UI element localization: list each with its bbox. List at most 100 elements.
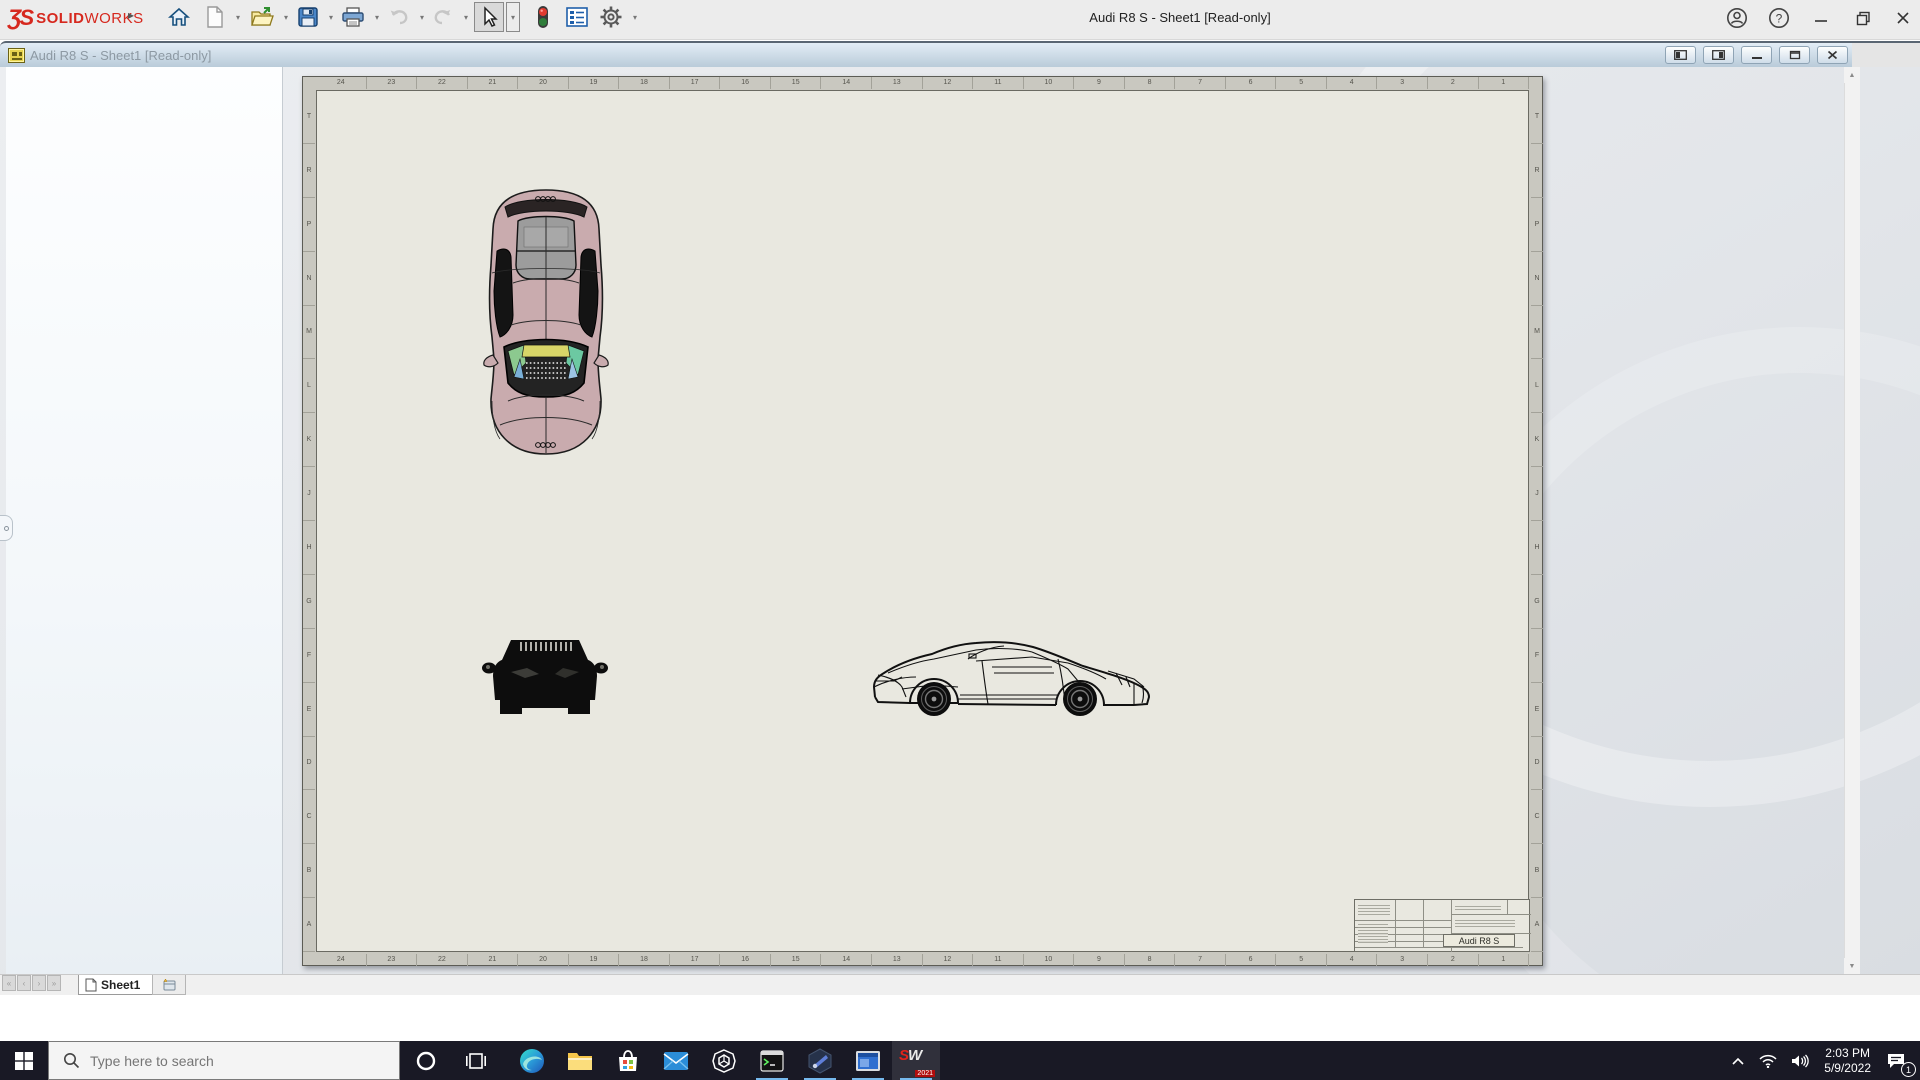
select-tool-button[interactable] bbox=[474, 2, 504, 32]
options-dropdown[interactable]: ▾ bbox=[628, 2, 642, 32]
account-button[interactable] bbox=[1722, 4, 1752, 32]
redo-dropdown[interactable]: ▾ bbox=[459, 2, 473, 32]
tab-sheet1[interactable]: Sheet1 bbox=[78, 975, 154, 995]
search-input[interactable] bbox=[90, 1052, 350, 1069]
drawing-view-front[interactable] bbox=[481, 634, 609, 720]
minimize-icon bbox=[1815, 20, 1827, 22]
taskbar-search[interactable] bbox=[48, 1041, 400, 1080]
tray-chevron-button[interactable] bbox=[1724, 1041, 1752, 1080]
scroll-down-button[interactable]: ▼ bbox=[1844, 958, 1860, 974]
windows-logo-icon bbox=[15, 1051, 33, 1070]
taskbar-app-store[interactable] bbox=[604, 1041, 652, 1080]
drawing-view-side[interactable] bbox=[872, 637, 1152, 719]
vertical-scrollbar[interactable] bbox=[1844, 67, 1860, 974]
add-sheet-button[interactable] bbox=[152, 975, 186, 995]
speaker-icon bbox=[1792, 1054, 1810, 1067]
new-document-dropdown[interactable]: ▾ bbox=[231, 2, 245, 32]
status-bar bbox=[0, 995, 1920, 1041]
tray-volume-button[interactable] bbox=[1784, 1041, 1816, 1080]
windows-taskbar: SW 2021 2:03 PM 5/9/2022 1 bbox=[0, 1041, 1920, 1080]
doc-close-button[interactable] bbox=[1817, 46, 1848, 64]
zone-letters-left: TRPNMLKJHGFEDCBA bbox=[303, 90, 315, 952]
print-button[interactable] bbox=[338, 2, 368, 32]
svg-text:?: ? bbox=[1776, 12, 1783, 26]
save-dropdown[interactable]: ▾ bbox=[324, 2, 338, 32]
minimize-button[interactable] bbox=[1806, 4, 1836, 32]
display-states-button[interactable] bbox=[528, 2, 558, 32]
account-icon bbox=[1727, 8, 1747, 28]
left-pane-toggle-button[interactable] bbox=[1665, 46, 1696, 64]
drawing-sheet[interactable]: 24 23 22 21 20 19 18 17 16 15 14 13 12 11 10 9 8 7 6 5 4 3 2 1 … bbox=[302, 76, 1543, 966]
document-titlebar: Audi R8 S - Sheet1 [Read-only] bbox=[0, 41, 1852, 67]
menu-flyout-arrow-icon[interactable]: ▸ bbox=[128, 8, 134, 22]
sheet-nav-button[interactable]: » bbox=[47, 975, 61, 991]
graphics-area[interactable]: 24 23 22 21 20 19 18 17 16 15 14 13 12 11 10 9 8 7 6 5 4 3 2 1 … bbox=[0, 67, 1920, 974]
microsoft-store-icon bbox=[619, 1049, 637, 1071]
title-block-drawing-title: Audi R8 S bbox=[1443, 934, 1515, 947]
save-icon bbox=[298, 7, 318, 27]
print-dropdown[interactable]: ▾ bbox=[370, 2, 384, 32]
cortana-icon bbox=[416, 1051, 436, 1070]
tray-clock[interactable]: 2:03 PM 5/9/2022 bbox=[1816, 1046, 1879, 1076]
screen: ƷS SOLID WORKS ▸ ▾ ▾ ▾ ▾ ▾ ▾ ▾ ▾ Audi R8… bbox=[0, 0, 1920, 1080]
sheet-icon bbox=[85, 978, 97, 991]
home-icon bbox=[168, 7, 190, 26]
open-dropdown[interactable]: ▾ bbox=[279, 2, 293, 32]
new-document-button[interactable] bbox=[200, 2, 230, 32]
close-button[interactable] bbox=[1888, 4, 1918, 32]
sheet-nav-button[interactable]: ‹ bbox=[17, 975, 31, 991]
doc-minimize-icon bbox=[1751, 57, 1762, 59]
chevron-up-icon bbox=[1732, 1057, 1744, 1065]
redo-button[interactable] bbox=[428, 2, 458, 32]
doc-restore-button[interactable] bbox=[1779, 46, 1810, 64]
start-button[interactable] bbox=[0, 1041, 48, 1080]
taskbar-app-remote-window[interactable] bbox=[844, 1041, 892, 1080]
taskbar-app-3d-viewer[interactable] bbox=[700, 1041, 748, 1080]
drawing-view-top[interactable] bbox=[480, 187, 612, 457]
taskbar-app-edrawings[interactable] bbox=[796, 1041, 844, 1080]
left-pane-icon bbox=[1674, 50, 1687, 60]
scroll-up-button[interactable]: ▲ bbox=[1844, 67, 1860, 83]
doc-close-icon bbox=[1827, 50, 1838, 60]
open-icon bbox=[251, 7, 274, 26]
doc-minimize-button[interactable] bbox=[1741, 46, 1772, 64]
app-titlebar: ƷS SOLID WORKS ▸ ▾ ▾ ▾ ▾ ▾ ▾ ▾ ▾ Audi R8… bbox=[0, 0, 1920, 40]
taskbar-app-file-explorer[interactable] bbox=[556, 1041, 604, 1080]
wifi-icon bbox=[1759, 1054, 1777, 1068]
taskbar-app-command-prompt[interactable] bbox=[748, 1041, 796, 1080]
taskbar-app-edge[interactable] bbox=[508, 1041, 556, 1080]
sheet-nav-button[interactable]: › bbox=[32, 975, 46, 991]
taskbar-app-solidworks[interactable]: SW 2021 bbox=[892, 1041, 940, 1080]
edrawings-icon bbox=[808, 1047, 832, 1074]
undo-dropdown[interactable]: ▾ bbox=[415, 2, 429, 32]
cortana-button[interactable] bbox=[400, 1041, 452, 1080]
drawing-document-icon bbox=[8, 48, 25, 63]
featuremanager-panel bbox=[6, 67, 283, 974]
help-button[interactable]: ? bbox=[1764, 4, 1794, 32]
right-pane-toggle-button[interactable] bbox=[1703, 46, 1734, 64]
file-properties-button[interactable] bbox=[562, 2, 592, 32]
zone-letters-right: TRPNMLKJHGFEDCBA bbox=[1531, 90, 1543, 952]
file-properties-icon bbox=[566, 7, 588, 27]
document-title: Audi R8 S - Sheet1 [Read-only] bbox=[30, 48, 212, 63]
home-button[interactable] bbox=[164, 2, 194, 32]
right-pane-icon bbox=[1712, 50, 1725, 60]
taskbar-app-mail[interactable] bbox=[652, 1041, 700, 1080]
undo-button[interactable] bbox=[384, 2, 414, 32]
notification-badge: 1 bbox=[1901, 1062, 1916, 1077]
help-icon: ? bbox=[1769, 8, 1789, 28]
options-button[interactable] bbox=[596, 2, 626, 32]
open-button[interactable] bbox=[247, 2, 277, 32]
select-tool-dropdown[interactable]: ▾ bbox=[506, 2, 520, 32]
panel-collapse-handle[interactable] bbox=[0, 515, 13, 541]
save-button[interactable] bbox=[293, 2, 323, 32]
sheet-nav-button[interactable]: « bbox=[2, 975, 16, 991]
clock-date: 5/9/2022 bbox=[1824, 1060, 1871, 1075]
restore-button[interactable] bbox=[1848, 4, 1878, 32]
notification-center-button[interactable]: 1 bbox=[1879, 1041, 1920, 1080]
undo-icon bbox=[390, 10, 408, 25]
system-tray: 2:03 PM 5/9/2022 1 bbox=[1724, 1041, 1920, 1080]
sheet-paper[interactable]: Audi R8 S bbox=[316, 90, 1531, 952]
task-view-button[interactable] bbox=[452, 1041, 500, 1080]
tray-wifi-button[interactable] bbox=[1752, 1041, 1784, 1080]
